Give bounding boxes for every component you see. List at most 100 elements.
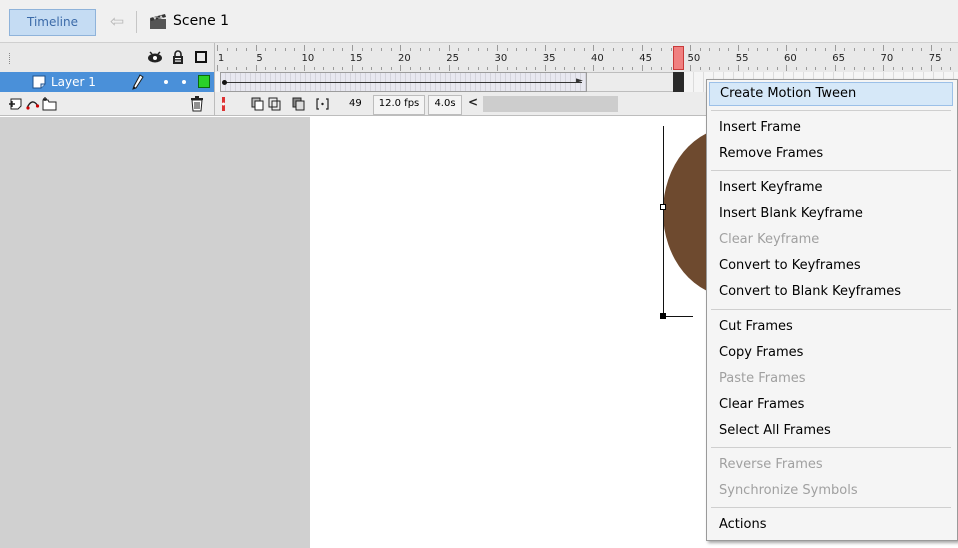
frame-ruler[interactable]: 1 5 10 15 20 25 30 35 40 45 50 55 60 65 70 75	[215, 43, 958, 73]
onion-skin-outlines-icon[interactable]	[268, 97, 281, 111]
onion-skin-icon[interactable]	[251, 97, 264, 111]
ruler-tick	[564, 67, 566, 70]
menu-item-select-all-frames[interactable]: Select All Frames	[709, 419, 953, 443]
ruler-tick	[911, 67, 913, 70]
ruler-tick	[574, 67, 576, 70]
ruler-tick	[458, 48, 460, 51]
visibility-dot[interactable]	[164, 80, 168, 84]
extended-frames[interactable]	[587, 72, 673, 92]
ruler-tick	[381, 67, 383, 70]
motion-guide-icon[interactable]	[25, 96, 40, 111]
menu-separator	[711, 309, 951, 310]
playhead[interactable]	[673, 46, 684, 70]
back-arrow-icon[interactable]: ⇦	[106, 11, 128, 33]
tween-arrow-icon: ►	[576, 76, 583, 86]
menu-item-actions[interactable]: Actions	[709, 513, 953, 537]
lock-icon[interactable]	[172, 50, 184, 64]
scroll-left-button[interactable]: <	[468, 95, 478, 109]
ruler-tick	[747, 67, 749, 70]
ruler-tick	[776, 48, 778, 51]
layer-row-label[interactable]: Layer 1	[0, 72, 215, 92]
trash-icon[interactable]	[190, 96, 204, 112]
layer-name[interactable]: Layer 1	[51, 74, 96, 90]
transform-handle[interactable]	[660, 204, 666, 210]
menu-item-convert-to-keyframes[interactable]: Convert to Keyframes	[709, 254, 953, 278]
ruler-tick	[390, 67, 392, 70]
timeline-toggle-button[interactable]: Timeline	[9, 9, 96, 36]
new-layer-icon[interactable]	[8, 96, 23, 111]
layer-outline-color[interactable]	[198, 75, 210, 88]
ruler-tick	[921, 48, 923, 51]
ruler-tick	[545, 45, 547, 51]
menu-item-insert-blank-keyframe[interactable]: Insert Blank Keyframe	[709, 202, 953, 226]
ruler-tick	[892, 67, 894, 70]
ruler-tick	[284, 67, 286, 70]
ruler-tick	[303, 65, 305, 71]
ruler-tick	[419, 67, 421, 70]
ruler-tick	[699, 48, 701, 51]
ruler-tick	[419, 48, 421, 51]
ruler-tick	[545, 65, 547, 71]
menu-item-clear-keyframe: Clear Keyframe	[719, 232, 820, 247]
ruler-tick	[738, 65, 740, 71]
ruler-tick	[738, 45, 740, 51]
ruler-tick	[255, 65, 257, 71]
new-folder-icon[interactable]	[42, 97, 57, 111]
ruler-tick	[236, 67, 238, 70]
menu-item-create-motion-tween[interactable]: Create Motion Tween	[709, 82, 953, 106]
ruler-tick	[709, 48, 711, 51]
ruler-tick	[651, 67, 653, 70]
ruler-tick	[438, 67, 440, 70]
menu-item-cut-frames[interactable]: Cut Frames	[709, 315, 953, 339]
ruler-tick	[265, 48, 267, 51]
ruler-tick	[844, 67, 846, 70]
menu-item-copy-frames[interactable]: Copy Frames	[709, 341, 953, 365]
ruler-tick	[255, 45, 257, 51]
ruler-tick	[931, 65, 933, 71]
ruler-tick	[940, 48, 942, 51]
menu-item-synchronize-symbols: Synchronize Symbols	[719, 483, 858, 498]
ruler-tick	[603, 48, 604, 51]
ruler-tick	[767, 48, 769, 51]
center-frame-icon[interactable]	[217, 97, 230, 111]
ruler-tick	[931, 45, 933, 51]
edit-bar: Timeline ⇦ Scene 1	[0, 0, 958, 42]
ruler-tick	[400, 65, 402, 71]
ruler-tick	[217, 65, 218, 71]
grip-icon[interactable]	[9, 53, 12, 64]
ruler-label: 20	[397, 53, 411, 64]
menu-item-insert-frame[interactable]: Insert Frame	[709, 116, 953, 140]
ruler-tick	[660, 48, 662, 51]
timeline-scrollbar[interactable]	[483, 96, 618, 112]
ruler-tick	[284, 48, 286, 51]
modify-onion-markers-icon[interactable]	[316, 97, 329, 111]
selected-frame[interactable]	[673, 72, 684, 92]
keyframe-start[interactable]	[222, 80, 227, 85]
transform-handle[interactable]	[660, 313, 666, 319]
ruler-label: 1	[217, 53, 225, 64]
menu-item-clear-frames[interactable]: Clear Frames	[709, 393, 953, 417]
tween-line	[225, 82, 582, 83]
ruler-tick	[786, 65, 788, 71]
ruler-tick	[274, 48, 276, 51]
frame-rate[interactable]: 12.0 fps	[373, 95, 425, 115]
ruler-label: 45	[639, 53, 652, 64]
menu-separator	[711, 447, 951, 448]
ruler-tick	[265, 67, 267, 70]
ruler-tick	[448, 45, 450, 51]
clapperboard-icon	[148, 11, 168, 31]
scene-name[interactable]: Scene 1	[173, 12, 229, 30]
edit-multiple-frames-icon[interactable]	[292, 97, 305, 111]
ruler-tick	[554, 67, 556, 70]
ruler-tick	[574, 48, 576, 51]
outline-square-icon[interactable]	[195, 51, 207, 63]
ruler-tick	[467, 48, 469, 51]
menu-item-convert-to-blank-keyframes[interactable]: Convert to Blank Keyframes	[709, 280, 953, 304]
menu-item-remove-frames[interactable]: Remove Frames	[709, 142, 953, 166]
eye-icon[interactable]	[147, 50, 163, 64]
ruler-label: 65	[832, 53, 845, 64]
menu-item-insert-keyframe[interactable]: Insert Keyframe	[709, 176, 953, 200]
menu-item-paste-frames: Paste Frames	[719, 371, 806, 386]
ruler-tick	[593, 65, 595, 71]
lock-dot[interactable]	[182, 80, 186, 84]
